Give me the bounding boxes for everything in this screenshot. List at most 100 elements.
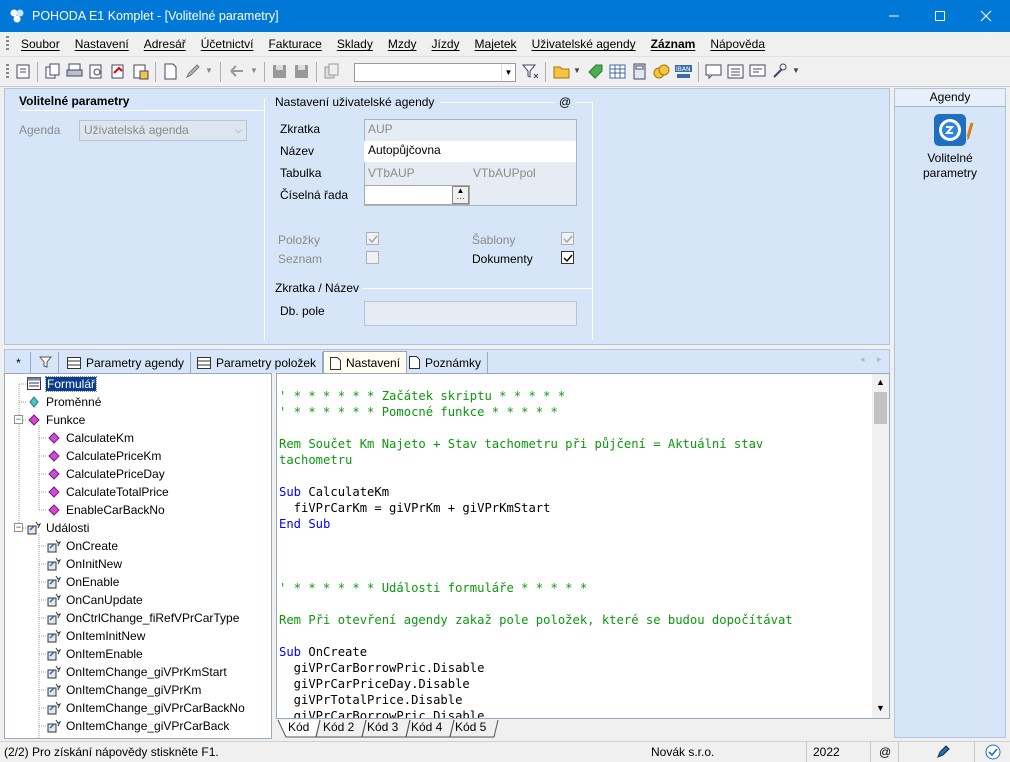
tree-node[interactable]: CalculatePriceKm bbox=[47, 447, 161, 464]
tree-node[interactable]: Události bbox=[27, 519, 89, 536]
code-tab-3[interactable]: Kód 3 bbox=[361, 719, 404, 737]
scroll-down-icon[interactable]: ▼ bbox=[876, 703, 885, 713]
list-icon[interactable] bbox=[727, 63, 744, 80]
calculator-icon[interactable] bbox=[631, 63, 648, 80]
tag-icon[interactable] bbox=[587, 63, 604, 80]
code-tab-2[interactable]: Kód 2 bbox=[317, 719, 360, 737]
tree-node[interactable]: OnInitNew bbox=[47, 555, 122, 572]
tree-node[interactable]: Funkce bbox=[27, 411, 85, 428]
event-icon bbox=[47, 701, 61, 715]
agenda-switch-icon[interactable] bbox=[15, 63, 32, 80]
optional-params-icon[interactable] bbox=[932, 113, 974, 147]
collapse-toggle-icon[interactable]: − bbox=[14, 523, 23, 532]
message-icon[interactable] bbox=[705, 63, 722, 80]
toolbar-search-combo[interactable]: ▼ bbox=[354, 63, 516, 82]
menu-bar: Soubor Nastavení Adresář Účetnictví Fakt… bbox=[0, 32, 1010, 57]
menu-uzivatelske-agendy[interactable]: Uživatelské agendy bbox=[532, 37, 636, 51]
folder-icon[interactable] bbox=[553, 63, 570, 80]
tab-poznamky[interactable]: Poznámky bbox=[403, 352, 489, 373]
menu-sklady[interactable]: Sklady bbox=[337, 37, 373, 51]
optional-params-item[interactable]: Volitelné parametry bbox=[895, 151, 1005, 181]
tree-node[interactable]: CalculateTotalPrice bbox=[47, 483, 169, 500]
nazev-input[interactable]: Autopůjčovna bbox=[364, 141, 576, 162]
export-icon[interactable] bbox=[132, 63, 149, 80]
pdf-icon[interactable] bbox=[110, 63, 127, 80]
status-pen[interactable] bbox=[898, 742, 974, 762]
tree-node[interactable]: OnItemChange_giVPrKm bbox=[47, 681, 201, 698]
print-preview-icon[interactable] bbox=[88, 63, 105, 80]
code-editor[interactable]: ' * * * * * * Začátek skriptu * * * * * '… bbox=[276, 373, 890, 719]
tree-node[interactable]: OnCanUpdate bbox=[47, 591, 143, 608]
save-icon[interactable] bbox=[271, 63, 288, 80]
menu-mzdy[interactable]: Mzdy bbox=[388, 37, 417, 51]
seznam-checkbox[interactable] bbox=[366, 251, 379, 264]
minimize-button[interactable] bbox=[871, 0, 917, 32]
tree-node[interactable]: OnItemChange_giVPrCarBack bbox=[47, 717, 229, 734]
code-tab-1[interactable]: Kód bbox=[282, 719, 315, 737]
tree-node[interactable]: CalculateKm bbox=[47, 429, 134, 446]
menu-napoveda[interactable]: Nápověda bbox=[710, 37, 765, 51]
filter-icon[interactable] bbox=[522, 63, 539, 80]
tree-node[interactable]: OnEnable bbox=[47, 573, 119, 590]
event-icon bbox=[47, 593, 61, 607]
back-arrow-icon[interactable] bbox=[228, 63, 245, 80]
tree-node[interactable]: OnCreate bbox=[47, 537, 118, 554]
notes-icon[interactable] bbox=[749, 63, 766, 80]
scrollbar-thumb[interactable] bbox=[874, 392, 887, 424]
table-icon[interactable] bbox=[609, 63, 626, 80]
scroll-up-icon[interactable]: ▲ bbox=[876, 377, 885, 387]
menu-ucetnictvi[interactable]: Účetnictví bbox=[201, 37, 254, 51]
tree-node[interactable]: OnItemInitNew bbox=[47, 627, 145, 644]
code-text[interactable]: ' * * * * * * Začátek skriptu * * * * * '… bbox=[279, 388, 871, 718]
sablony-checkbox[interactable] bbox=[561, 232, 574, 245]
coins-icon[interactable] bbox=[653, 63, 670, 80]
ciselna-rada-picker-button[interactable]: ▲ ··· bbox=[452, 186, 469, 204]
tab-filter[interactable] bbox=[33, 352, 59, 373]
code-line: fiVPrCarKm = giVPrKm + giVPrKmStart bbox=[279, 501, 551, 515]
save-edit-icon[interactable] bbox=[293, 63, 310, 80]
menu-adresar[interactable]: Adresář bbox=[144, 37, 186, 51]
tree-node[interactable]: OnItemChange_giVPrCarBackNo bbox=[47, 699, 245, 716]
tree-node[interactable]: Formulář bbox=[27, 375, 98, 392]
tab-parametry-polozek[interactable]: Parametry položek bbox=[191, 352, 324, 373]
tree-node[interactable]: CalculatePriceDay bbox=[47, 465, 165, 482]
iban-icon[interactable]: IBAN bbox=[675, 63, 692, 80]
editor-scrollbar[interactable]: ▲ ▼ bbox=[872, 374, 889, 718]
status-check[interactable] bbox=[974, 742, 1010, 762]
duplicate-icon[interactable] bbox=[323, 63, 340, 80]
menu-zaznam[interactable]: Záznam bbox=[651, 37, 696, 51]
menu-soubor[interactable]: Soubor bbox=[21, 37, 60, 51]
agenda-select[interactable]: Uživatelská agenda ⌵ bbox=[79, 120, 247, 141]
dbpole-input[interactable] bbox=[364, 301, 577, 326]
copy-icon[interactable] bbox=[44, 63, 61, 80]
tab-star[interactable]: * bbox=[7, 352, 31, 373]
zkratka-nazev-heading: Zkratka / Název bbox=[275, 281, 360, 295]
code-tab-5[interactable]: Kód 5 bbox=[449, 719, 492, 737]
chevron-down-icon[interactable]: ▼ bbox=[501, 64, 515, 81]
tree-node[interactable]: OnCtrlChange_fiRefVPrCarType bbox=[47, 609, 239, 626]
menu-jizdy[interactable]: Jízdy bbox=[432, 37, 460, 51]
tools-icon[interactable] bbox=[771, 63, 788, 80]
code-tab-4[interactable]: Kód 4 bbox=[405, 719, 448, 737]
edit-icon[interactable] bbox=[184, 63, 201, 80]
tree-node[interactable]: OnItemEnable bbox=[47, 645, 143, 662]
menu-fakturace[interactable]: Fakturace bbox=[268, 37, 321, 51]
menu-nastaveni[interactable]: Nastavení bbox=[75, 37, 129, 51]
menu-majetek[interactable]: Majetek bbox=[475, 37, 517, 51]
new-record-icon[interactable] bbox=[162, 63, 179, 80]
scroll-tabs-left-icon[interactable]: ◂ bbox=[860, 354, 865, 365]
polozky-checkbox[interactable] bbox=[366, 232, 379, 245]
maximize-button[interactable] bbox=[917, 0, 963, 32]
close-button[interactable] bbox=[963, 0, 1009, 32]
tab-parametry-agendy[interactable]: Parametry agendy bbox=[61, 352, 192, 373]
dokumenty-checkbox[interactable] bbox=[561, 251, 574, 264]
tree-node-label: OnItemChange_giVPrCarBackNo bbox=[66, 700, 245, 715]
print-icon[interactable] bbox=[66, 63, 83, 80]
tree-node[interactable]: Proměnné bbox=[27, 393, 101, 410]
tree-node[interactable]: EnableCarBackNo bbox=[47, 501, 165, 518]
tab-nastaveni[interactable]: Nastavení bbox=[323, 351, 408, 374]
scroll-tabs-right-icon[interactable]: ▸ bbox=[877, 354, 882, 365]
collapse-toggle-icon[interactable]: − bbox=[14, 415, 23, 424]
tree-node-label: Funkce bbox=[46, 412, 86, 427]
tree-node[interactable]: OnItemChange_giVPrKmStart bbox=[47, 663, 227, 680]
